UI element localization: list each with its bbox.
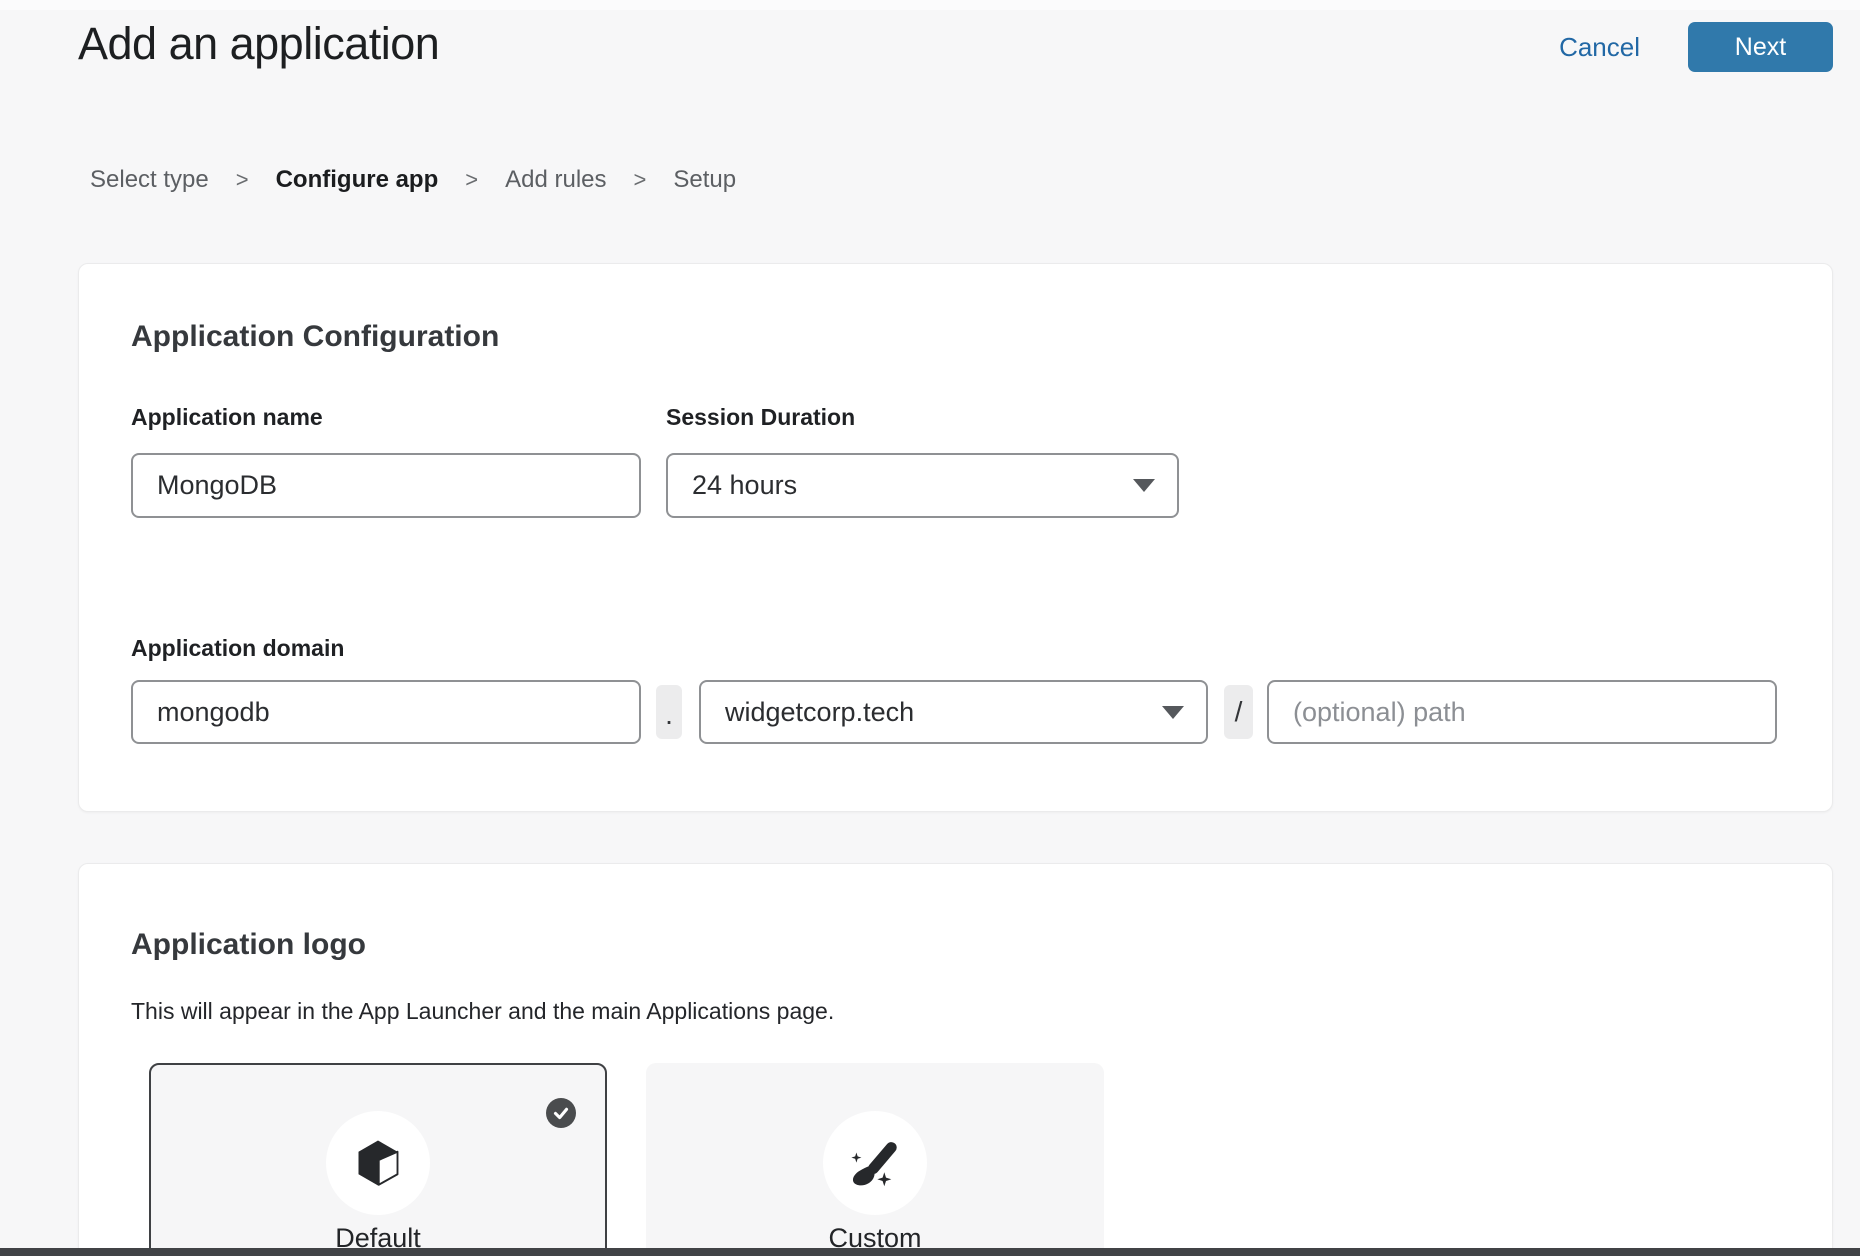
top-edge-strip	[0, 0, 1860, 10]
breadcrumb-separator: >	[465, 167, 478, 193]
breadcrumb: Select type > Configure app > Add rules …	[90, 166, 736, 194]
application-logo-card: Application logo This will appear in the…	[78, 863, 1833, 1256]
check-icon	[546, 1098, 576, 1128]
breadcrumb-step-setup[interactable]: Setup	[673, 166, 736, 194]
logo-options: Default Custom	[149, 1063, 1104, 1256]
application-logo-heading: Application logo	[131, 928, 366, 962]
domain-select-value: widgetcorp.tech	[725, 697, 914, 728]
breadcrumb-step-select-type[interactable]: Select type	[90, 166, 209, 194]
session-duration-label: Session Duration	[666, 404, 855, 431]
application-domain-label: Application domain	[131, 635, 344, 662]
session-duration-select[interactable]: 24 hours	[666, 453, 1179, 518]
logo-option-custom[interactable]: Custom	[646, 1063, 1104, 1256]
application-name-label: Application name	[131, 404, 323, 431]
cancel-button[interactable]: Cancel	[1559, 22, 1640, 72]
chevron-down-icon	[1162, 706, 1184, 719]
breadcrumb-step-add-rules[interactable]: Add rules	[505, 166, 606, 194]
breadcrumb-step-configure-app[interactable]: Configure app	[276, 166, 439, 194]
paintbrush-icon	[823, 1111, 927, 1215]
breadcrumb-separator: >	[634, 167, 647, 193]
add-application-page: Add an application Cancel Next Select ty…	[0, 0, 1860, 1256]
application-configuration-card: Application Configuration Application na…	[78, 263, 1833, 812]
chevron-down-icon	[1133, 479, 1155, 492]
header-actions: Cancel Next	[1559, 22, 1833, 72]
subdomain-input[interactable]	[131, 680, 641, 744]
cube-icon	[326, 1111, 430, 1215]
session-duration-value: 24 hours	[692, 470, 797, 501]
bottom-edge-strip	[0, 1248, 1860, 1256]
application-configuration-heading: Application Configuration	[131, 320, 499, 354]
page-title: Add an application	[78, 18, 439, 70]
logo-option-default[interactable]: Default	[149, 1063, 607, 1256]
domain-slash-separator: /	[1224, 685, 1253, 739]
domain-dot-separator: .	[656, 685, 682, 739]
application-name-input[interactable]	[131, 453, 641, 518]
next-button[interactable]: Next	[1688, 22, 1833, 72]
breadcrumb-separator: >	[236, 167, 249, 193]
path-input[interactable]	[1267, 680, 1777, 744]
domain-select[interactable]: widgetcorp.tech	[699, 680, 1208, 744]
application-logo-description: This will appear in the App Launcher and…	[131, 998, 834, 1025]
